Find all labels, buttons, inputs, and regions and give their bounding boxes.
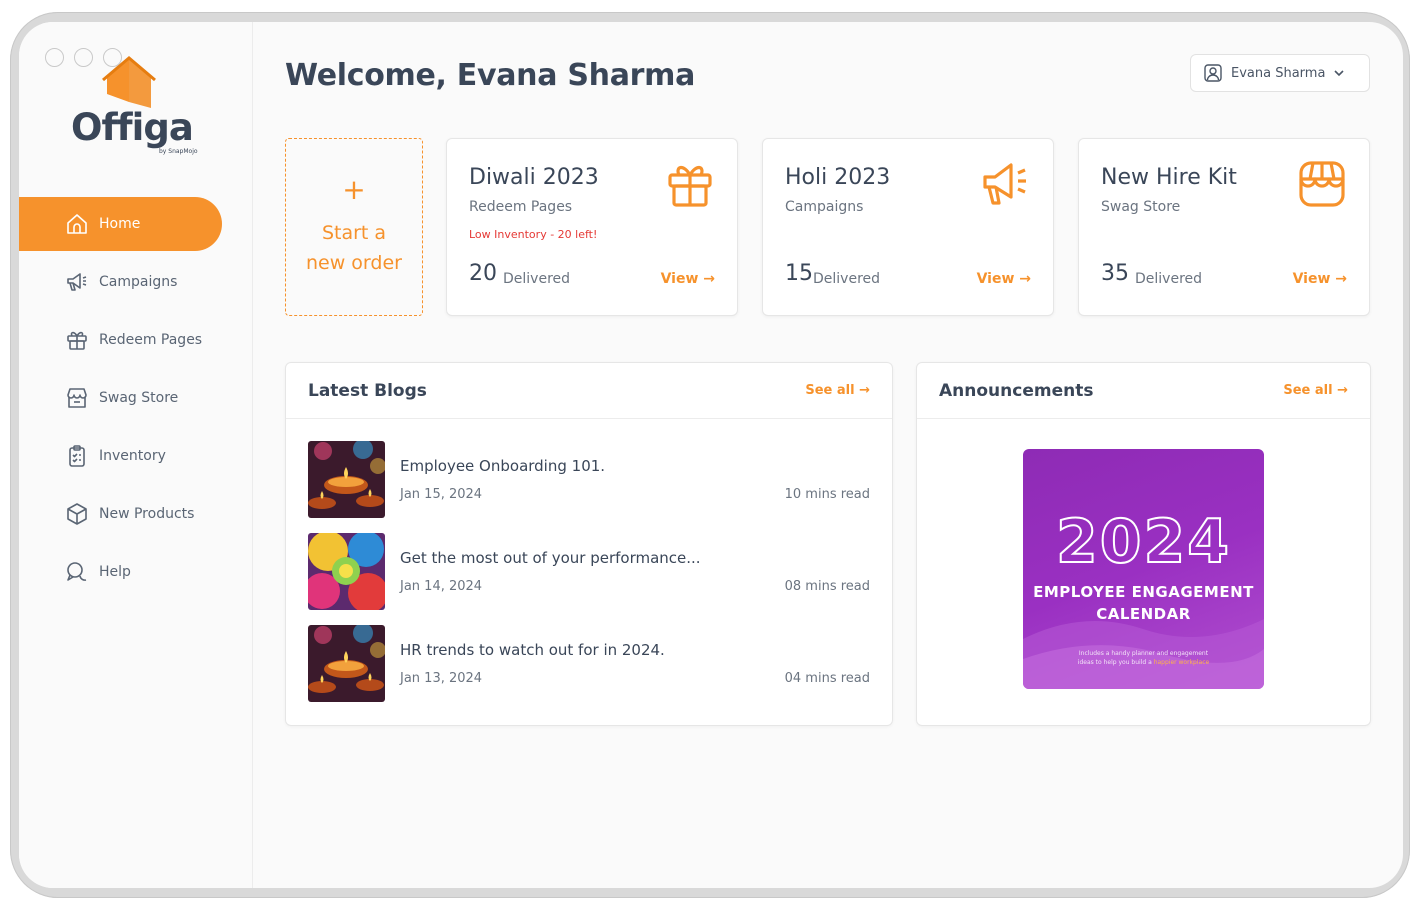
summary-card-diwali: Diwali 2023 Redeem Pages Low Inventory -…: [446, 138, 738, 316]
plus-icon: +: [342, 173, 366, 206]
megaphone-icon: [983, 163, 1026, 205]
delivered-count: 35: [1101, 261, 1129, 286]
sidebar-item-campaigns[interactable]: Campaigns: [19, 255, 253, 309]
window-maximize-button[interactable]: [103, 48, 122, 67]
delivered-count: 15: [785, 261, 813, 286]
view-link[interactable]: View →: [661, 271, 715, 287]
sidebar-item-label: Home: [99, 216, 141, 232]
delivered-label: Delivered: [813, 271, 881, 287]
panel-title: Announcements: [939, 380, 1094, 401]
see-all-blogs-link[interactable]: See all →: [805, 383, 870, 398]
sidebar-item-home[interactable]: Home: [19, 197, 222, 251]
start-order-label-line2: new order: [306, 252, 402, 274]
poster-note-line2: ideas to help you build a happier workpl…: [1023, 658, 1264, 667]
clipboard-icon: [69, 445, 85, 467]
sidebar-item-label: Inventory: [99, 448, 166, 464]
blog-read-time: 08 mins read: [784, 579, 870, 594]
poster-note: Includes a handy planner and engagement …: [1023, 649, 1264, 667]
card-title: Holi 2023: [785, 165, 891, 190]
card-title: Diwali 2023: [469, 165, 599, 190]
window-minimize-button[interactable]: [74, 48, 93, 67]
start-order-label-line1: Start a: [321, 222, 387, 244]
delivered-count: 20: [469, 261, 497, 286]
sidebar-item-help[interactable]: Help: [19, 545, 253, 599]
main-content: Welcome, Evana Sharma Evana Sharma + Sta…: [253, 22, 1403, 888]
home-icon: [67, 214, 87, 234]
brand-byline: by SnapMojo: [159, 148, 198, 155]
card-subtitle: Campaigns: [785, 199, 864, 215]
panel-title: Latest Blogs: [308, 380, 427, 401]
sidebar-nav: Home Campaigns Redeem Pages Swag Store I…: [19, 197, 253, 603]
blog-item[interactable]: HR trends to watch out for in 2024. Jan …: [308, 625, 870, 703]
sidebar-item-label: Swag Store: [99, 390, 179, 406]
sidebar-item-label: Redeem Pages: [99, 332, 203, 348]
window-controls: [45, 48, 122, 67]
blog-date: Jan 15, 2024: [400, 487, 483, 502]
sidebar-item-new-products[interactable]: New Products: [19, 487, 253, 541]
window-close-button[interactable]: [45, 48, 64, 67]
latest-blogs-panel: Latest Blogs See all → Employee Onboardi…: [285, 362, 893, 726]
box-icon: [67, 503, 87, 525]
poster-note-text: ideas to help you build a: [1077, 659, 1152, 666]
brand-name: Offiga: [71, 106, 194, 149]
blog-thumbnail: [308, 625, 385, 702]
blog-thumbnail: [308, 533, 385, 610]
blog-read-time: 04 mins read: [784, 671, 870, 686]
blog-date: Jan 14, 2024: [400, 579, 483, 594]
blog-title: HR trends to watch out for in 2024.: [400, 641, 665, 659]
blog-item[interactable]: Get the most out of your performance... …: [308, 533, 870, 611]
blog-thumbnail: [308, 441, 385, 518]
poster-note-line1: Includes a handy planner and engagement: [1078, 650, 1209, 657]
poster-year: 2024: [1055, 506, 1231, 578]
store-icon: [1299, 161, 1345, 207]
view-link[interactable]: View →: [1293, 271, 1347, 287]
poster-title-line1: EMPLOYEE ENGAGEMENT: [1033, 583, 1254, 601]
blog-read-time: 10 mins read: [784, 487, 870, 502]
summary-card-new-hire-kit: New Hire Kit Swag Store 35 Delivered Vie…: [1078, 138, 1370, 316]
panel-header: Latest Blogs See all →: [286, 363, 892, 419]
sidebar-item-swag-store[interactable]: Swag Store: [19, 371, 253, 425]
megaphone-icon: [67, 273, 87, 291]
panel-header: Announcements See all →: [917, 363, 1370, 419]
gift-icon: [67, 331, 87, 350]
page-title: Welcome, Evana Sharma: [285, 58, 696, 93]
chevron-down-icon: [1334, 70, 1344, 77]
blog-date: Jan 13, 2024: [400, 671, 483, 686]
gift-icon: [668, 165, 712, 207]
sidebar-item-label: Help: [99, 564, 131, 580]
brand-logo[interactable]: Offiga by SnapMojo: [69, 56, 219, 156]
sidebar-item-label: New Products: [99, 506, 195, 522]
poster-note-highlight: happier workplace: [1153, 659, 1210, 666]
see-all-announcements-link[interactable]: See all →: [1283, 383, 1348, 398]
blog-item[interactable]: Employee Onboarding 101. Jan 15, 2024 10…: [308, 441, 870, 519]
announcement-poster[interactable]: 2024 EMPLOYEE ENGAGEMENT CALENDAR Includ…: [1023, 449, 1264, 689]
summary-card-holi: Holi 2023 Campaigns 15 Delivered View →: [762, 138, 1054, 316]
poster-title: EMPLOYEE ENGAGEMENT CALENDAR: [1023, 581, 1264, 625]
sidebar-item-redeem-pages[interactable]: Redeem Pages: [19, 313, 253, 367]
start-new-order-button[interactable]: + Start a new order: [285, 138, 423, 316]
blog-title: Employee Onboarding 101.: [400, 457, 606, 475]
view-link[interactable]: View →: [977, 271, 1031, 287]
poster-title-line2: CALENDAR: [1096, 605, 1191, 623]
delivered-label: Delivered: [1135, 271, 1203, 287]
card-subtitle: Swag Store: [1101, 199, 1181, 215]
user-menu-button[interactable]: Evana Sharma: [1190, 54, 1370, 92]
card-subtitle: Redeem Pages: [469, 199, 573, 215]
low-inventory-warning: Low Inventory - 20 left!: [469, 228, 598, 241]
sidebar: Offiga by SnapMojo Home Campaigns Redeem…: [19, 22, 253, 888]
user-name: Evana Sharma: [1231, 65, 1326, 81]
announcements-panel: Announcements See all → 2024 EMPLOYEE EN…: [916, 362, 1371, 726]
sidebar-item-inventory[interactable]: Inventory: [19, 429, 253, 483]
user-icon: [1204, 64, 1222, 82]
app-window: Offiga by SnapMojo Home Campaigns Redeem…: [19, 22, 1403, 888]
card-title: New Hire Kit: [1101, 165, 1237, 190]
store-icon: [67, 388, 87, 408]
blog-title: Get the most out of your performance...: [400, 549, 701, 567]
delivered-label: Delivered: [503, 271, 571, 287]
sidebar-item-label: Campaigns: [99, 274, 178, 290]
chat-icon: [67, 562, 87, 581]
